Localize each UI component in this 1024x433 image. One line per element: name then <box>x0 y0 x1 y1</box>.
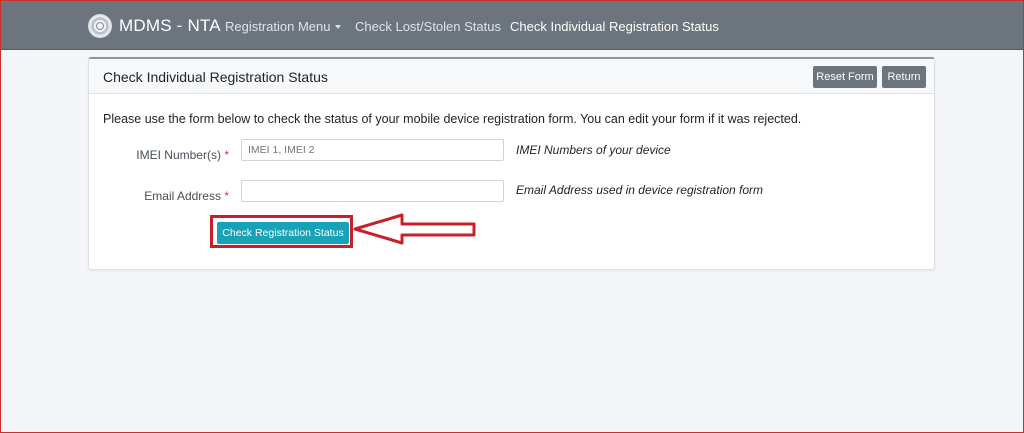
caret-down-icon <box>334 25 341 29</box>
seal-icon <box>88 14 112 38</box>
return-button[interactable]: Return <box>882 66 926 88</box>
arrow-left-icon <box>353 213 476 245</box>
email-input[interactable] <box>241 180 504 202</box>
card-header: Check Individual Registration Status Res… <box>89 59 934 94</box>
email-label-text: Email Address <box>144 189 221 203</box>
imei-label: IMEI Number(s) * <box>79 148 229 162</box>
required-mark: * <box>224 189 229 203</box>
required-mark: * <box>224 148 229 162</box>
imei-input[interactable] <box>241 139 504 161</box>
nav-registration-menu-label: Registration Menu <box>225 19 331 34</box>
imei-hint: IMEI Numbers of your device <box>516 143 671 157</box>
nav-check-lost-stolen[interactable]: Check Lost/Stolen Status <box>355 19 501 34</box>
brand-link[interactable]: MDMS - NTA <box>88 13 221 39</box>
check-registration-status-button[interactable]: Check Registration Status <box>217 222 349 244</box>
status-card: Check Individual Registration Status Res… <box>88 57 935 270</box>
top-navbar: MDMS - NTA Registration Menu Check Lost/… <box>0 0 1024 50</box>
imei-label-text: IMEI Number(s) <box>136 148 221 162</box>
page-title: Check Individual Registration Status <box>103 69 328 85</box>
email-hint: Email Address used in device registratio… <box>516 183 763 197</box>
email-label: Email Address * <box>79 189 229 203</box>
nav-registration-menu[interactable]: Registration Menu <box>225 19 341 34</box>
intro-text: Please use the form below to check the s… <box>103 112 802 126</box>
nav-check-individual-registration[interactable]: Check Individual Registration Status <box>510 19 719 34</box>
brand-name: MDMS - NTA <box>119 16 221 35</box>
reset-form-button[interactable]: Reset Form <box>813 66 877 88</box>
